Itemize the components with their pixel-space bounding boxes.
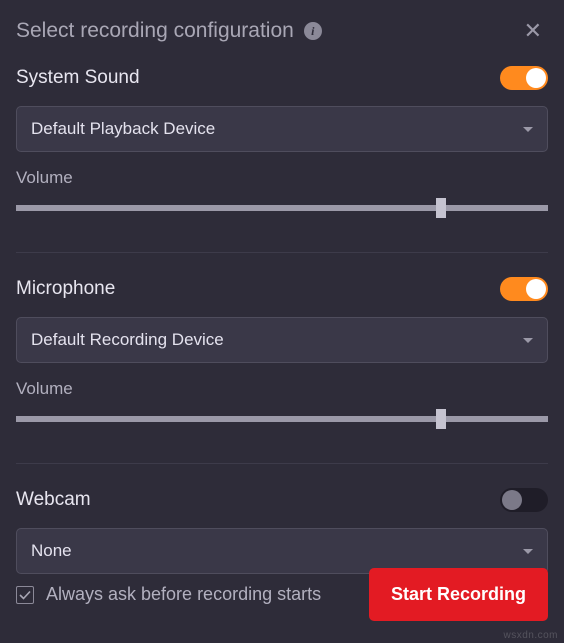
page-title: Select recording configuration bbox=[16, 19, 294, 43]
slider-track bbox=[16, 416, 548, 422]
watermark: wsxdn.com bbox=[503, 630, 558, 641]
divider bbox=[16, 252, 548, 253]
system-sound-section: System Sound Default Playback Device Vol… bbox=[0, 56, 564, 238]
always-ask-checkbox[interactable] bbox=[16, 586, 34, 604]
system-sound-volume-slider[interactable] bbox=[16, 198, 548, 218]
microphone-volume-label: Volume bbox=[16, 379, 548, 399]
webcam-title: Webcam bbox=[16, 489, 91, 511]
system-sound-title: System Sound bbox=[16, 67, 140, 89]
webcam-toggle[interactable] bbox=[500, 488, 548, 512]
chevron-down-icon bbox=[523, 338, 533, 343]
info-icon[interactable]: i bbox=[304, 22, 322, 40]
microphone-section: Microphone Default Recording Device Volu… bbox=[0, 267, 564, 449]
divider bbox=[16, 463, 548, 464]
system-sound-toggle[interactable] bbox=[500, 66, 548, 90]
slider-thumb[interactable] bbox=[436, 409, 446, 429]
close-icon[interactable]: ✕ bbox=[518, 18, 548, 44]
check-icon bbox=[19, 589, 31, 601]
system-sound-device-select[interactable]: Default Playback Device bbox=[16, 106, 548, 152]
microphone-device-value: Default Recording Device bbox=[31, 330, 224, 350]
slider-thumb[interactable] bbox=[436, 198, 446, 218]
slider-track bbox=[16, 205, 548, 211]
microphone-toggle[interactable] bbox=[500, 277, 548, 301]
start-recording-button[interactable]: Start Recording bbox=[369, 568, 548, 621]
chevron-down-icon bbox=[523, 127, 533, 132]
always-ask-label: Always ask before recording starts bbox=[46, 584, 321, 605]
microphone-title: Microphone bbox=[16, 278, 115, 300]
system-sound-volume-label: Volume bbox=[16, 168, 548, 188]
microphone-device-select[interactable]: Default Recording Device bbox=[16, 317, 548, 363]
system-sound-device-value: Default Playback Device bbox=[31, 119, 215, 139]
microphone-volume-slider[interactable] bbox=[16, 409, 548, 429]
